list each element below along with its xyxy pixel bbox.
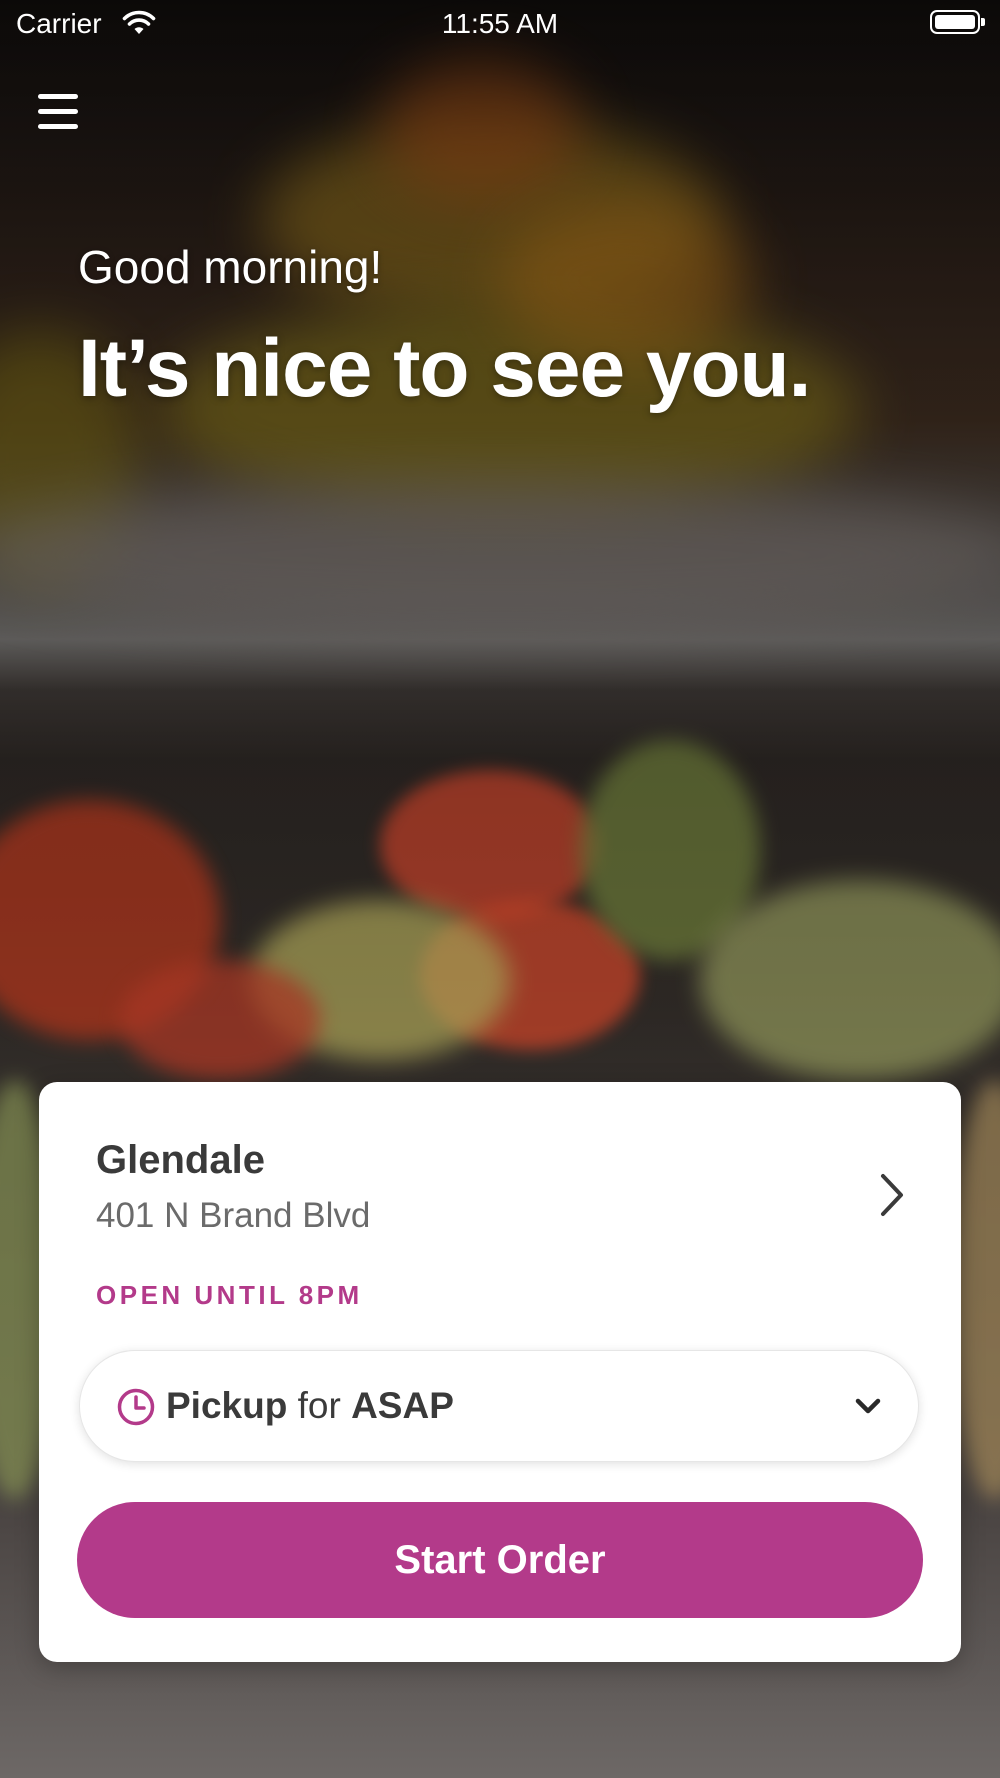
chevron-right-icon (881, 1174, 903, 1216)
order-time: ASAP (351, 1385, 454, 1426)
menu-icon[interactable] (38, 94, 78, 130)
order-mode: Pickup (166, 1385, 288, 1426)
greeting-text: Good morning! (78, 241, 383, 293)
location-name: Glendale (96, 1138, 265, 1182)
start-order-button[interactable]: Start Order (77, 1502, 923, 1618)
home-screen: Carrier 11:55 AM Good morning! It’s nice… (0, 0, 1000, 1778)
chevron-down-icon (855, 1398, 881, 1414)
location-selector[interactable]: Glendale 401 N Brand Blvd (39, 1082, 961, 1242)
status-time: 11:55 AM (441, 8, 559, 39)
location-address: 401 N Brand Blvd (96, 1196, 371, 1235)
pickup-label: Pickup for ASAP (166, 1385, 454, 1427)
order-mode-connector: for (297, 1385, 341, 1426)
hours-status: OPEN UNTIL 8PM (96, 1280, 363, 1310)
pickup-time-dropdown[interactable]: Pickup for ASAP (79, 1350, 919, 1462)
battery-icon (930, 10, 985, 34)
clock-icon (117, 1388, 155, 1426)
location-card: Glendale 401 N Brand Blvd OPEN UNTIL 8PM… (39, 1082, 961, 1662)
status-bar: Carrier 11:55 AM (0, 0, 1000, 50)
headline-text: It’s nice to see you. (78, 323, 811, 414)
